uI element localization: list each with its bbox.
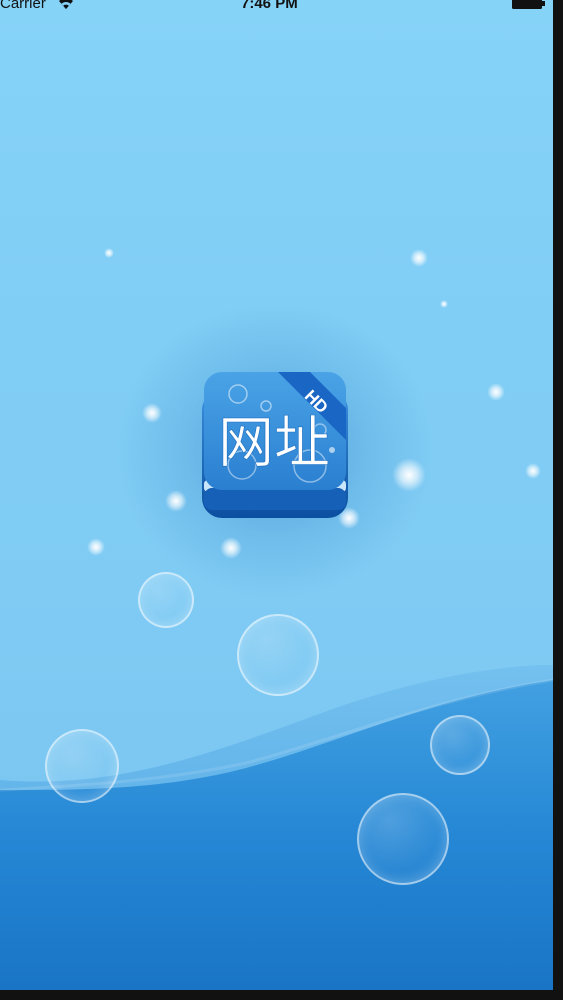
screen-edge-right [553,0,563,1000]
sparkle [410,249,428,267]
sparkle [525,463,541,479]
bubble [45,729,119,803]
sparkle [142,403,162,423]
sparkle [220,537,242,559]
bubble [430,715,490,775]
bubble [138,572,194,628]
app-icon: HD 网址 [200,370,350,522]
app-icon-title: 网址 [218,411,330,476]
sparkle [487,383,505,401]
status-bar: Carrier 7:46 PM [0,0,553,16]
sparkle [440,300,448,308]
wifi-icon [59,0,73,9]
battery-icon [512,0,545,9]
sparkle [104,248,114,258]
bubble [357,793,449,885]
screen-edge-bottom [0,990,563,1000]
sparkle [392,458,426,492]
splash-screen: Carrier 7:46 PM HD 网址 [0,0,553,990]
bubble [237,614,319,696]
sparkle [165,490,187,512]
carrier-label: Carrier [0,0,46,12]
sparkle [87,538,105,556]
status-time: 7:46 PM [241,0,298,12]
